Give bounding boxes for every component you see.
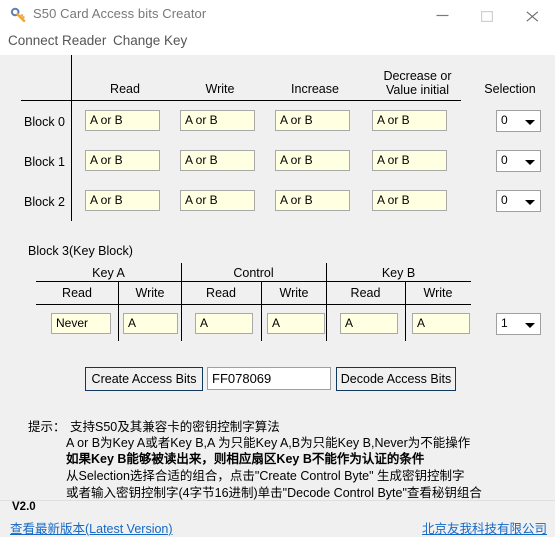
selection-dropdown-block0[interactable]: 0 [496,110,541,132]
field-keyb-read[interactable]: A [340,313,398,334]
company-link[interactable]: 北京友我科技有限公司 [422,518,547,537]
key-block-title: Block 3(Key Block) [28,244,133,258]
key-block-subheader-control-read: Read [206,286,236,300]
row-label-block0: Block 0 [24,115,65,129]
create-access-bits-button[interactable]: Create Access Bits [85,367,203,391]
table-header-divider [21,100,461,101]
app-window: S50 Card Access bits Creator Connect Rea… [0,0,555,537]
column-header-write: Write [205,82,235,96]
field-block0-increase[interactable]: A or B [275,110,350,131]
column-header-decrease-line2: Value initial [385,83,449,97]
key-block-subheader-control-write: Write [279,286,309,300]
field-block0-read[interactable]: A or B [85,110,160,131]
field-control-read[interactable]: A [195,313,253,334]
title-bar: S50 Card Access bits Creator [0,0,555,31]
row-label-block1: Block 1 [24,155,65,169]
key-block-subheader-keyb-write: Write [423,286,453,300]
field-block0-write[interactable]: A or B [180,110,255,131]
key-block-subheader-keyb-read: Read [350,286,381,300]
minimize-button[interactable] [420,0,465,29]
field-block0-decrease[interactable]: A or B [372,110,447,131]
selection-dropdown-block1[interactable]: 0 [496,150,541,172]
field-block1-read[interactable]: A or B [85,150,160,171]
key-block-group-keyb: Key B [381,266,416,280]
table-vertical-divider [71,55,72,221]
key-block-divider-2 [326,263,327,341]
menu-bar: Connect Reader Change Key [0,30,555,55]
chevron-down-icon [525,120,535,125]
column-header-decrease-line1: Decrease or [383,69,452,83]
key-block-group-control: Control [233,266,274,280]
key-block-subheader-keya-write: Write [135,286,165,300]
selection-dropdown-block2[interactable]: 0 [496,190,541,212]
help-prefix: 提示： [28,420,66,434]
key-block-subheader-keya-read: Read [62,286,92,300]
chevron-down-icon [525,160,535,165]
menu-item-connect-reader[interactable]: Connect Reader [8,33,106,48]
access-bits-hex-input[interactable]: FF078069 [207,367,331,390]
close-button[interactable] [510,0,555,29]
selection-value-keyblock: 1 [501,316,508,330]
field-block1-decrease[interactable]: A or B [372,150,447,171]
field-block2-decrease[interactable]: A or B [372,190,447,211]
field-block2-increase[interactable]: A or B [275,190,350,211]
status-bar: V2.0 查看最新版本(Latest Version) 北京友我科技有限公司 [0,500,555,537]
column-header-read: Read [110,82,140,96]
decode-access-bits-button[interactable]: Decode Access Bits [336,367,456,391]
version-label: V2.0 [12,501,36,513]
main-content: Read Write Increase Decrease or Value in… [0,55,555,500]
field-block1-write[interactable]: A or B [180,150,255,171]
field-keya-write[interactable]: A [123,313,178,334]
field-block2-read[interactable]: A or B [85,190,160,211]
help-line-4: 或者输入密钥控制字(4字节16进制)单击"Decode Control Byte… [66,486,482,500]
key-block-group-keya: Key A [92,266,125,280]
field-block2-write[interactable]: A or B [180,190,255,211]
chevron-down-icon [525,200,535,205]
field-block1-increase[interactable]: A or B [275,150,350,171]
chevron-down-icon [525,323,535,328]
selection-value-block0: 0 [501,113,508,127]
maximize-button[interactable] [465,0,510,29]
menu-item-change-key[interactable]: Change Key [113,33,187,48]
key-block-rule-bottom [36,304,471,305]
window-title: S50 Card Access bits Creator [33,6,207,21]
field-keya-read[interactable]: Never [51,313,111,334]
selection-dropdown-keyblock[interactable]: 1 [496,313,541,335]
field-control-write[interactable]: A [267,313,325,334]
key-block-divider-1 [181,263,182,341]
selection-value-block1: 0 [501,153,508,167]
column-header-selection: Selection [484,82,536,96]
field-keyb-write[interactable]: A [412,313,470,334]
selection-value-block2: 0 [501,193,508,207]
row-label-block2: Block 2 [24,195,65,209]
column-header-increase: Increase [291,82,339,96]
key-icon [10,7,27,24]
latest-version-link[interactable]: 查看最新版本(Latest Version) [10,518,173,537]
